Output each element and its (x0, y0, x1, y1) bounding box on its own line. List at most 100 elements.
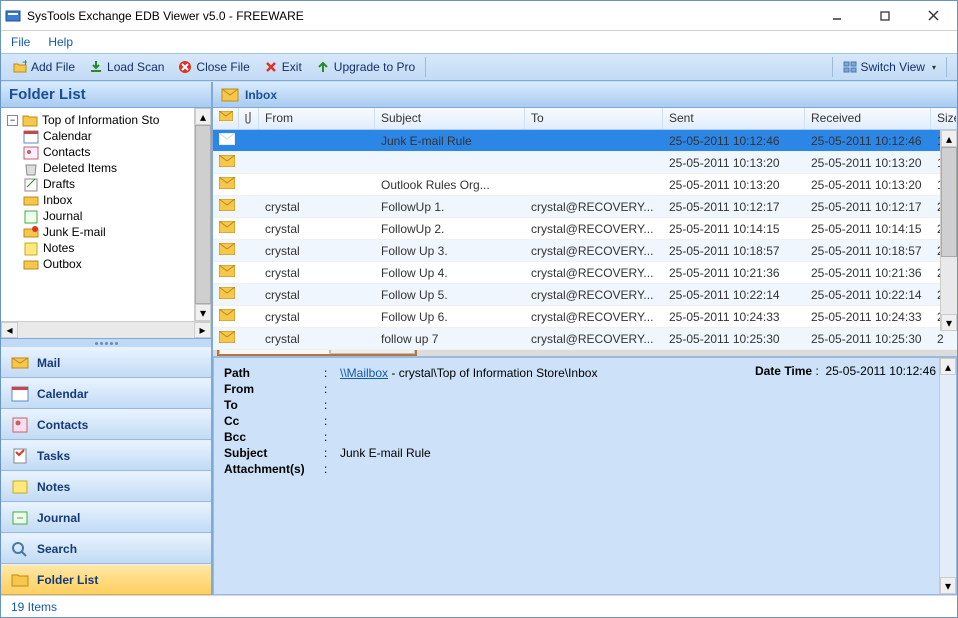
nav-item-mail[interactable]: Mail (1, 347, 211, 378)
cc-label: Cc (224, 414, 324, 428)
col-envelope-icon[interactable] (213, 108, 239, 129)
folder-type-icon (23, 225, 39, 239)
path-label: Path (224, 366, 324, 380)
inbox-icon (221, 88, 239, 102)
table-row[interactable]: crystalFollow Up 5.crystal@RECOVERY...25… (213, 284, 957, 306)
path-link[interactable]: \\Mailbox (340, 366, 388, 380)
folder-type-icon (23, 257, 39, 271)
col-sent[interactable]: Sent (663, 108, 805, 129)
scroll-down-icon[interactable]: ▾ (195, 304, 211, 321)
tree-item[interactable]: Drafts (3, 176, 209, 192)
add-file-button[interactable]: +Add File (7, 58, 81, 76)
envelope-icon (219, 199, 235, 211)
nav-item-journal[interactable]: Journal (1, 502, 211, 533)
tree-item-top[interactable]: −Top of Information Sto (3, 112, 209, 128)
scroll-left-icon[interactable]: ◂ (1, 322, 18, 338)
grid-scrollbar-vertical[interactable]: ▴ ▾ (940, 130, 957, 331)
details-scrollbar[interactable]: ▴▾ (939, 358, 956, 594)
nav-icon (11, 510, 29, 526)
scroll-right-icon[interactable]: ▸ (194, 322, 211, 338)
collapse-icon[interactable]: − (7, 115, 18, 126)
envelope-icon (219, 331, 235, 343)
table-row[interactable]: Outlook Rules Org...25-05-2011 10:13:202… (213, 174, 957, 196)
envelope-icon (219, 177, 235, 189)
scroll-up-icon[interactable]: ▴ (940, 358, 956, 375)
scroll-up-icon[interactable]: ▴ (941, 130, 957, 147)
folder-type-icon (23, 145, 39, 159)
tree-item[interactable]: Outbox (3, 256, 209, 272)
envelope-icon (219, 133, 235, 145)
tree-scrollbar-vertical[interactable]: ▴ ▾ (194, 108, 211, 321)
nav-item-contacts[interactable]: Contacts (1, 409, 211, 440)
tree-item[interactable]: Notes (3, 240, 209, 256)
table-row[interactable]: crystalFollowUp 2.crystal@RECOVERY...25-… (213, 218, 957, 240)
nav-icon (11, 479, 29, 495)
table-row[interactable]: crystalFollow Up 3.crystal@RECOVERY...25… (213, 240, 957, 262)
left-panel: Folder List −Top of Information StoCalen… (1, 82, 213, 595)
tree-item[interactable]: Calendar (3, 128, 209, 144)
close-file-button[interactable]: Close File (172, 58, 255, 76)
col-subject[interactable]: Subject (375, 108, 525, 129)
menu-file[interactable]: File (11, 35, 30, 49)
switch-view-icon (843, 60, 857, 74)
col-to[interactable]: To (525, 108, 663, 129)
splitter-gripper[interactable] (1, 339, 211, 347)
tree-item[interactable]: Junk E-mail (3, 224, 209, 240)
upgrade-button[interactable]: Upgrade to Pro (310, 58, 421, 76)
minimize-button[interactable] (817, 4, 857, 28)
inbox-header: Inbox (213, 82, 957, 108)
scroll-down-icon[interactable]: ▾ (941, 314, 957, 331)
close-button[interactable] (913, 4, 953, 28)
nav-icon (11, 355, 29, 371)
download-icon (89, 60, 103, 74)
svg-text:+: + (22, 60, 27, 69)
tree-item[interactable]: Inbox (3, 192, 209, 208)
table-row[interactable]: 25-05-2011 10:13:2025-05-2011 10:13:201 (213, 152, 957, 174)
close-file-icon (178, 60, 192, 74)
path-value: \\Mailbox - crystal\Top of Information S… (340, 366, 597, 380)
nav-list: MailCalendarContactsTasksNotesJournalSea… (1, 347, 211, 595)
tree-item[interactable]: Journal (3, 208, 209, 224)
table-row[interactable]: crystalFollow Up 6.crystal@RECOVERY...25… (213, 306, 957, 328)
status-bar: 19 Items (1, 595, 957, 617)
nav-item-calendar[interactable]: Calendar (1, 378, 211, 409)
folder-type-icon (23, 241, 39, 255)
col-received[interactable]: Received (805, 108, 931, 129)
folder-list-header: Folder List (1, 82, 211, 108)
inbox-title: Inbox (245, 88, 277, 102)
chevron-down-icon: ▾ (932, 63, 936, 72)
envelope-icon (219, 155, 235, 167)
col-from[interactable]: From (259, 108, 375, 129)
nav-item-search[interactable]: Search (1, 533, 211, 564)
menu-help[interactable]: Help (48, 35, 73, 49)
tree-scrollbar-horizontal[interactable]: ◂▸ (1, 321, 211, 338)
nav-icon (11, 448, 29, 464)
tree-item[interactable]: Contacts (3, 144, 209, 160)
table-row[interactable]: crystalFollowUp 1.crystal@RECOVERY...25-… (213, 196, 957, 218)
table-row[interactable]: Junk E-mail Rule25-05-2011 10:12:4625-05… (213, 130, 957, 152)
grid-header: From Subject To Sent Received Size(KB) (213, 108, 957, 130)
table-row[interactable]: crystalfollow up 7crystal@RECOVERY...25-… (213, 328, 957, 350)
col-size[interactable]: Size(KB) (931, 108, 957, 129)
status-items: 19 Items (11, 600, 57, 614)
attachments-label: Attachment(s) (224, 462, 324, 476)
load-scan-button[interactable]: Load Scan (83, 58, 170, 76)
datetime: Date Time : 25-05-2011 10:12:46 (755, 364, 936, 378)
nav-item-notes[interactable]: Notes (1, 471, 211, 502)
nav-icon (11, 572, 29, 588)
tree-item[interactable]: Deleted Items (3, 160, 209, 176)
nav-item-folder-list[interactable]: Folder List (1, 564, 211, 595)
upgrade-icon (316, 60, 330, 74)
scroll-up-icon[interactable]: ▴ (195, 108, 211, 125)
to-label: To (224, 398, 324, 412)
exit-button[interactable]: Exit (258, 58, 308, 76)
table-row[interactable]: crystalFollow Up 4.crystal@RECOVERY...25… (213, 262, 957, 284)
right-panel: Inbox From Subject To Sent Received Size… (213, 82, 957, 595)
scroll-down-icon[interactable]: ▾ (940, 577, 956, 594)
folder-tree[interactable]: −Top of Information StoCalendarContactsD… (1, 108, 211, 339)
from-label: From (224, 382, 324, 396)
col-attachment-icon[interactable] (239, 108, 259, 129)
switch-view-button[interactable]: Switch View▾ (837, 58, 943, 76)
maximize-button[interactable] (865, 4, 905, 28)
nav-item-tasks[interactable]: Tasks (1, 440, 211, 471)
